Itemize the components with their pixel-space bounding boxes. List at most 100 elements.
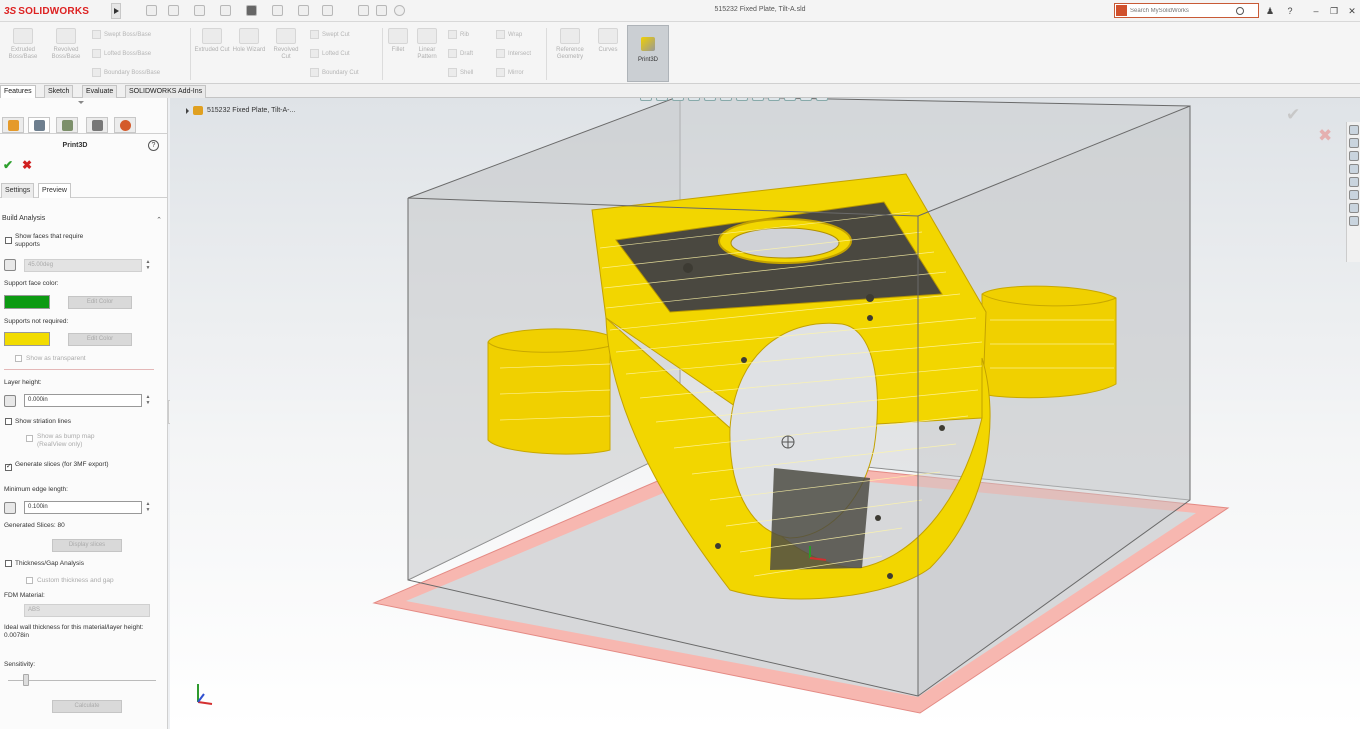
display-style-icon[interactable]	[736, 98, 748, 101]
min-edge-length-field[interactable]: 0.100in	[24, 501, 142, 514]
print-icon[interactable]	[246, 5, 257, 16]
reference-geometry-button[interactable]: Reference Geometry	[550, 28, 590, 61]
tab-sketch[interactable]: Sketch	[44, 85, 74, 98]
sensitivity-slider-thumb[interactable]	[22, 674, 29, 686]
forum-icon[interactable]	[1349, 203, 1359, 213]
support-face-color-swatch[interactable]	[4, 295, 50, 309]
show-bump-map-checkbox[interactable]	[26, 435, 33, 442]
display-manager-tab[interactable]	[114, 117, 136, 133]
feature-manager-tab[interactable]	[2, 117, 24, 133]
tab-evaluate[interactable]: Evaluate	[82, 85, 118, 98]
property-manager-tab[interactable]	[28, 117, 50, 133]
file-properties-icon[interactable]	[376, 5, 387, 16]
open-folder-icon[interactable]	[194, 5, 205, 16]
view-orientation-icon[interactable]	[720, 98, 732, 101]
draft-button[interactable]: Draft	[448, 49, 473, 58]
tab-settings[interactable]: Settings	[1, 183, 35, 198]
sensitivity-slider-track[interactable]	[8, 680, 156, 681]
section-view-icon[interactable]	[688, 98, 700, 101]
solidworks-logo[interactable]: 3S SOLIDWORKS	[4, 3, 89, 19]
undo-icon[interactable]	[272, 5, 283, 16]
rebuild-icon[interactable]	[358, 5, 369, 16]
revolved-cut-button[interactable]: Revolved Cut	[268, 28, 304, 61]
restore-icon[interactable]: ❐	[1328, 5, 1340, 17]
min-edge-length-spinner[interactable]: ▲ ▼	[145, 501, 151, 514]
search-icon[interactable]	[1236, 6, 1244, 15]
wrap-button[interactable]: Wrap	[496, 30, 522, 39]
file-explorer-icon[interactable]	[1349, 151, 1359, 161]
home-icon[interactable]	[146, 5, 157, 16]
3dexperience-icon[interactable]	[1349, 216, 1359, 226]
boundary-cut-button[interactable]: Boundary Cut	[310, 68, 359, 77]
minimize-icon[interactable]: –	[1310, 5, 1322, 17]
help-icon[interactable]: ?	[1284, 5, 1296, 17]
shell-button[interactable]: Shell	[448, 68, 473, 77]
calculate-button[interactable]: Calculate	[52, 700, 122, 713]
model-view[interactable]	[170, 98, 1360, 729]
hide-show-items-icon[interactable]	[752, 98, 764, 101]
revolved-boss-button[interactable]: Revolved Boss/Base	[46, 28, 86, 61]
intersect-button[interactable]: Intersect	[496, 49, 531, 58]
chevron-up-icon[interactable]: ⌃	[156, 216, 162, 224]
display-pane-icon[interactable]	[816, 98, 828, 101]
tab-features[interactable]: Features	[0, 85, 36, 98]
extruded-boss-button[interactable]: Extruded Boss/Base	[4, 28, 42, 61]
menu-expand-arrow-icon[interactable]	[111, 3, 121, 19]
ok-button[interactable]: ✔	[3, 158, 13, 172]
mirror-button[interactable]: Mirror	[496, 68, 524, 77]
save-icon[interactable]	[220, 5, 231, 16]
redo-icon[interactable]	[298, 5, 309, 16]
fdm-material-select[interactable]: ABS	[24, 604, 150, 617]
dimxpert-tab[interactable]	[86, 117, 108, 133]
options-gear-icon[interactable]	[394, 5, 405, 16]
custom-thickness-checkbox[interactable]	[26, 577, 33, 584]
lofted-cut-button[interactable]: Lofted Cut	[310, 49, 350, 58]
dynamic-annotation-icon[interactable]	[704, 98, 716, 101]
show-transparent-checkbox[interactable]	[15, 355, 22, 362]
hole-wizard-button[interactable]: Hole Wizard	[232, 28, 266, 54]
breadcrumb[interactable]: 515232 Fixed Plate, Tilt-A-...	[186, 106, 295, 115]
extruded-cut-button[interactable]: Extruded Cut	[194, 28, 230, 54]
edit-support-color-button[interactable]: Edit Color	[68, 296, 132, 309]
zoom-to-fit-icon[interactable]	[640, 98, 652, 101]
angle-spinner[interactable]: ▲ ▼	[145, 259, 151, 272]
layer-height-spinner[interactable]: ▲ ▼	[145, 394, 151, 407]
design-library-icon[interactable]	[1349, 138, 1359, 148]
angle-field[interactable]: 45.00deg	[24, 259, 142, 272]
linear-pattern-button[interactable]: Linear Pattern	[412, 28, 442, 61]
apply-scene-icon[interactable]	[784, 98, 796, 101]
select-icon[interactable]	[322, 5, 333, 16]
layer-height-field[interactable]: 0.000in	[24, 394, 142, 407]
search-box[interactable]	[1114, 3, 1259, 18]
show-faces-checkbox[interactable]	[5, 237, 12, 244]
tab-preview[interactable]: Preview	[38, 183, 71, 198]
boundary-boss-button[interactable]: Boundary Boss/Base	[92, 68, 160, 77]
configuration-manager-tab[interactable]	[56, 117, 78, 133]
fillet-button[interactable]: Fillet	[386, 28, 410, 54]
custom-properties-icon[interactable]	[1349, 190, 1359, 200]
swept-cut-button[interactable]: Swept Cut	[310, 30, 350, 39]
edit-appearance-icon[interactable]	[768, 98, 780, 101]
curves-button[interactable]: Curves	[594, 28, 622, 54]
cancel-button[interactable]: ✖	[22, 158, 32, 172]
confirmation-ok-icon[interactable]: ✔	[1286, 105, 1300, 125]
generate-slices-checkbox[interactable]	[5, 462, 12, 471]
view-palette-icon[interactable]	[1349, 164, 1359, 174]
user-icon[interactable]: ♟	[1264, 5, 1276, 17]
build-analysis-header[interactable]: Build Analysis ⌃	[2, 215, 164, 226]
supports-not-required-color-swatch[interactable]	[4, 332, 50, 346]
display-slices-button[interactable]: Display slices	[52, 539, 122, 552]
swept-boss-button[interactable]: Swept Boss/Base	[92, 30, 151, 39]
help-icon[interactable]: ?	[148, 140, 159, 151]
thickness-gap-checkbox[interactable]	[5, 560, 12, 567]
tab-solidworks-addins[interactable]: SOLIDWORKS Add-Ins	[125, 85, 207, 98]
search-input[interactable]	[1130, 7, 1230, 14]
rib-button[interactable]: Rib	[448, 30, 469, 39]
graphics-area[interactable]: 515232 Fixed Plate, Tilt-A-... ✔ ✖	[170, 98, 1360, 729]
edit-not-required-color-button[interactable]: Edit Color	[68, 333, 132, 346]
show-striation-checkbox[interactable]	[5, 418, 12, 425]
confirmation-cancel-icon[interactable]: ✖	[1318, 126, 1332, 146]
print3d-button[interactable]: Print3D	[627, 25, 669, 82]
new-document-icon[interactable]	[168, 5, 179, 16]
view-settings-icon[interactable]	[800, 98, 812, 101]
